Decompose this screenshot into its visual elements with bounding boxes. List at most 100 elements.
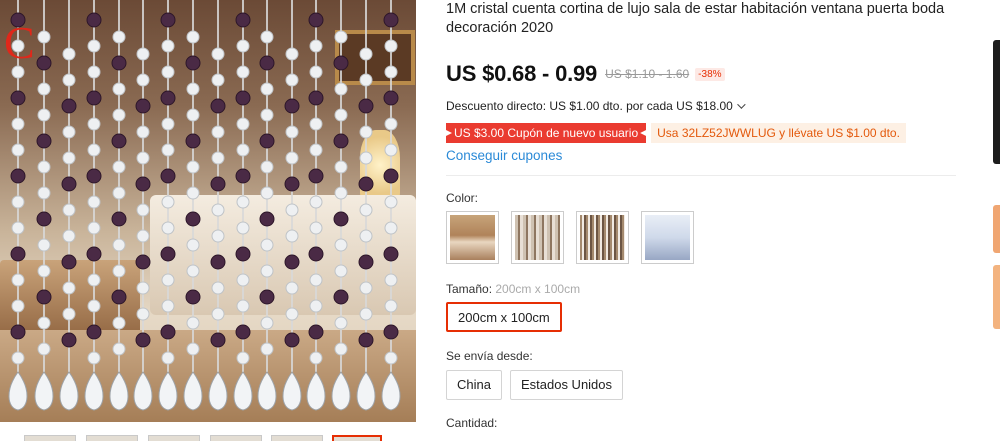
clear-bead <box>384 65 398 79</box>
clear-bead <box>87 39 101 53</box>
side-card-image[interactable] <box>993 40 1000 164</box>
purple-bead <box>308 324 324 340</box>
purple-bead <box>160 324 176 340</box>
swatch-image <box>515 215 560 260</box>
purple-bead <box>160 90 176 106</box>
clear-bead <box>11 143 25 157</box>
purple-bead <box>160 246 176 262</box>
clear-bead <box>359 125 373 139</box>
new-user-coupon[interactable]: US $3.00 Cupón de nuevo usuario <box>446 123 647 143</box>
clear-bead <box>112 342 126 356</box>
clear-bead <box>186 238 200 252</box>
purple-bead <box>284 332 300 348</box>
size-label: Tamaño: <box>446 282 493 296</box>
purple-bead <box>235 168 251 184</box>
discount-badge: -38% <box>695 67 725 81</box>
thumbnail-6-selected[interactable] <box>332 435 382 441</box>
thumbnail-3[interactable] <box>148 435 200 441</box>
size-option-200x100[interactable]: 200cm x 100cm <box>446 302 562 332</box>
clear-bead <box>309 117 323 131</box>
thumbnail-4[interactable] <box>210 435 262 441</box>
clear-bead <box>211 307 225 321</box>
color-swatch-4[interactable] <box>641 211 694 264</box>
clear-bead <box>37 342 51 356</box>
thumbnail-1[interactable] <box>24 435 76 441</box>
color-swatch-3[interactable] <box>576 211 629 264</box>
side-card-image[interactable] <box>993 265 1000 329</box>
clear-bead <box>87 299 101 313</box>
purple-bead <box>210 98 226 114</box>
clear-bead <box>236 117 250 131</box>
clear-bead <box>87 273 101 287</box>
purple-bead <box>333 211 349 227</box>
clear-bead <box>136 229 150 243</box>
clear-bead <box>112 30 126 44</box>
side-recommendations-edge <box>993 0 1000 441</box>
color-swatch-1[interactable] <box>446 211 499 264</box>
crystal-teardrop <box>257 371 277 411</box>
clear-bead <box>161 351 175 365</box>
clear-bead <box>186 342 200 356</box>
clear-bead <box>112 264 126 278</box>
purple-bead <box>358 254 374 270</box>
clear-bead <box>211 281 225 295</box>
purple-bead <box>61 176 77 192</box>
purple-bead <box>259 133 275 149</box>
purple-bead <box>284 98 300 114</box>
clear-bead <box>186 108 200 122</box>
purple-bead <box>308 168 324 184</box>
clear-bead <box>62 307 76 321</box>
get-coupons-link[interactable]: Conseguir cupones <box>446 148 562 163</box>
clear-bead <box>384 39 398 53</box>
current-price: US $0.68 - 0.99 <box>446 61 598 86</box>
clear-bead <box>309 65 323 79</box>
purple-bead <box>210 254 226 270</box>
ship-from-usa[interactable]: Estados Unidos <box>509 370 624 400</box>
coupon-code-promo[interactable]: Usa 32LZ52JWWLUG y llévate US $1.00 dto. <box>651 123 906 143</box>
purple-bead <box>10 90 26 106</box>
crystal-teardrop <box>331 371 351 411</box>
purple-bead <box>185 133 201 149</box>
purple-bead <box>259 55 275 71</box>
clear-bead <box>285 125 299 139</box>
thumbnail-5[interactable] <box>271 435 323 441</box>
price-row: US $0.68 - 0.99 US $1.10 - 1.60 -38% <box>446 61 725 87</box>
clear-bead <box>211 47 225 61</box>
clear-bead <box>37 30 51 44</box>
clear-bead <box>236 221 250 235</box>
clear-bead <box>309 351 323 365</box>
purple-bead <box>111 211 127 227</box>
purple-bead <box>111 133 127 149</box>
clear-bead <box>309 195 323 209</box>
main-product-image[interactable]: C <box>0 0 416 422</box>
crystal-teardrop <box>208 371 228 411</box>
clear-bead <box>359 203 373 217</box>
thumbnail-2[interactable] <box>86 435 138 441</box>
purple-bead <box>61 254 77 270</box>
clear-bead <box>161 299 175 313</box>
color-swatch-2[interactable] <box>511 211 564 264</box>
purple-bead <box>10 168 26 184</box>
clear-bead <box>236 299 250 313</box>
purple-bead <box>160 168 176 184</box>
clear-bead <box>161 117 175 131</box>
purple-bead <box>185 55 201 71</box>
ship-from-china[interactable]: China <box>446 370 502 400</box>
color-label: Color: <box>446 191 479 205</box>
direct-discount-dropdown[interactable]: Descuento directo: US $1.00 dto. por cad… <box>446 99 746 113</box>
clear-bead <box>334 238 348 252</box>
clear-bead <box>236 351 250 365</box>
size-selected-value: 200cm x 100cm <box>495 282 581 296</box>
clear-bead <box>161 65 175 79</box>
clear-bead <box>136 73 150 87</box>
purple-bead <box>86 90 102 106</box>
purple-bead <box>86 12 102 28</box>
side-card-image[interactable] <box>993 205 1000 253</box>
clear-bead <box>161 195 175 209</box>
purple-bead <box>210 176 226 192</box>
clear-bead <box>87 65 101 79</box>
purple-bead <box>185 289 201 305</box>
clear-bead <box>37 316 51 330</box>
purple-bead <box>235 90 251 106</box>
clear-bead <box>285 151 299 165</box>
